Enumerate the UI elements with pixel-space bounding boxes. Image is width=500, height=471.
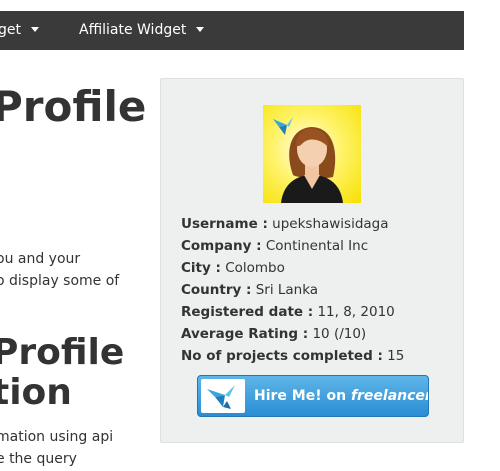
user-avatar-icon (263, 105, 361, 203)
intro-text-line: o display some of (0, 273, 120, 289)
section-heading: Profile (0, 332, 125, 373)
profile-row-projects: No of projects completed : 15 (181, 345, 451, 367)
profile-row-registered: Registered date : 11, 8, 2010 (181, 301, 451, 323)
profile-row-username: Username : upekshawisidaga (181, 213, 451, 235)
field-label: Username : (181, 216, 268, 232)
field-value: 10 (/10) (312, 326, 367, 342)
profile-row-company: Company : Continental Inc (181, 235, 451, 257)
section-text-line: e the query (0, 451, 77, 467)
field-label: Company : (181, 238, 262, 254)
field-value: Sri Lanka (255, 282, 319, 298)
field-label: Registered date : (181, 304, 314, 320)
page-title: Profile (0, 82, 147, 131)
field-value: 11, 8, 2010 (317, 304, 395, 320)
field-label: City : (181, 260, 221, 276)
field-value: Colombo (225, 260, 285, 276)
hire-me-prefix: Hire Me! on (254, 388, 351, 404)
field-label: Average Rating : (181, 326, 309, 342)
profile-row-country: Country : Sri Lanka (181, 279, 451, 301)
profile-details: Username : upekshawisidaga Company : Con… (181, 213, 451, 367)
field-label: No of projects completed : (181, 348, 383, 364)
field-value: upekshawisidaga (272, 216, 389, 232)
section-text-line: mation using api (0, 429, 114, 445)
section-heading: tion (0, 372, 72, 413)
profile-row-rating: Average Rating : 10 (/10) (181, 323, 451, 345)
main-content: Profile ou and your o display some of Pr… (0, 0, 150, 471)
avatar-illustration (273, 117, 343, 203)
field-label: Country : (181, 282, 252, 298)
caret-down-icon (196, 26, 205, 32)
profile-row-city: City : Colombo (181, 257, 451, 279)
hire-me-button[interactable]: Hire Me! on freelancer (197, 375, 429, 417)
field-value: 15 (387, 348, 405, 364)
freelancer-profile-widget: Username : upekshawisidaga Company : Con… (160, 78, 464, 443)
intro-text-line: ou and your (0, 251, 81, 267)
hire-me-label: Hire Me! on freelancer (254, 376, 429, 416)
bird-icon (273, 117, 293, 135)
field-value: Continental Inc (265, 238, 369, 254)
freelancer-brand: freelancer (350, 388, 429, 404)
bird-icon (201, 379, 245, 413)
